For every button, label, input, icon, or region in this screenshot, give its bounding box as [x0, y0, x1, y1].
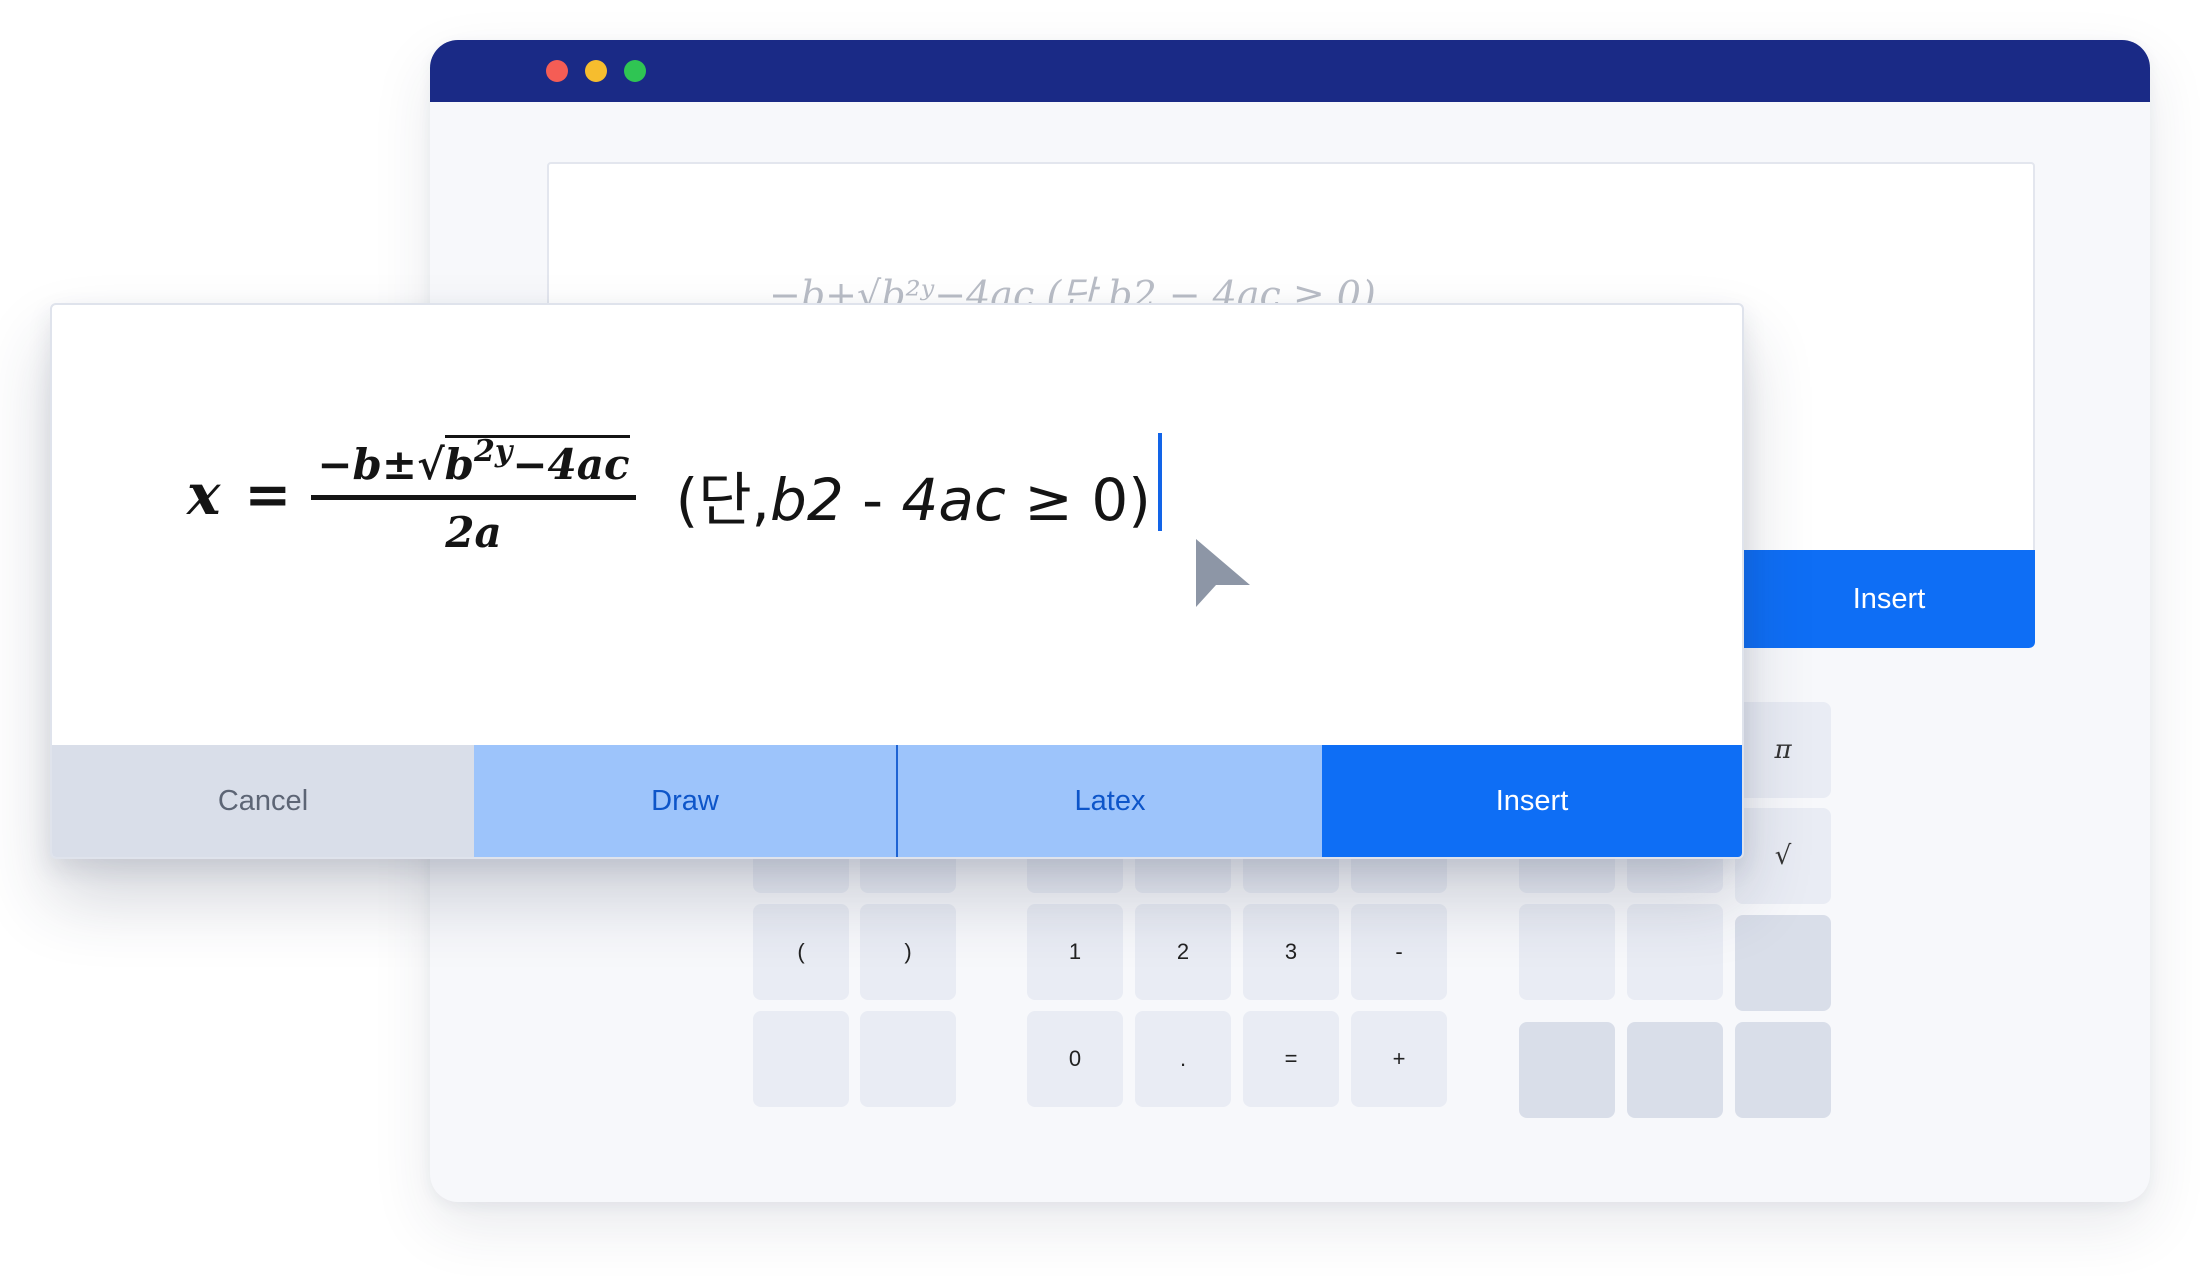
radicand-exponent: 2y: [474, 433, 513, 469]
key-blank[interactable]: [1519, 1022, 1615, 1118]
maximize-window-dot[interactable]: [624, 60, 646, 82]
condition-term: 4ac: [901, 466, 1006, 534]
condition-open: (단,: [675, 466, 770, 534]
radicand-base: b: [444, 439, 475, 489]
close-window-dot[interactable]: [546, 60, 568, 82]
dialog-button-bar: Cancel Draw Latex Insert: [52, 745, 1742, 857]
key-3[interactable]: 3: [1243, 904, 1339, 1000]
mouse-pointer-icon: [1196, 539, 1250, 607]
formula-input-dialog: x = −b±√b2y−4ac 2a (단,b2 - 4ac ≥ 0) Canc…: [50, 303, 1744, 859]
formula-equals: =: [244, 462, 292, 528]
formula-numerator: −b±√b2y−4ac: [311, 433, 636, 500]
latex-button[interactable]: Latex: [898, 745, 1322, 857]
key-minus[interactable]: -: [1351, 904, 1447, 1000]
minimize-window-dot[interactable]: [585, 60, 607, 82]
formula-display[interactable]: x = −b±√b2y−4ac 2a (단,b2 - 4ac ≥ 0): [187, 415, 1151, 575]
key-2[interactable]: 2: [1135, 904, 1231, 1000]
insert-button[interactable]: Insert: [1322, 745, 1742, 857]
numerator-prefix: −b±√: [317, 439, 445, 489]
draw-button[interactable]: Draw: [474, 745, 898, 857]
key-blank[interactable]: [1627, 904, 1723, 1000]
radicand: b2y−4ac: [444, 433, 630, 489]
key-blank[interactable]: [1735, 1022, 1831, 1118]
title-bar: [430, 40, 2150, 102]
key-blank[interactable]: [1627, 1022, 1723, 1118]
text-caret: [1158, 433, 1162, 531]
key-close-paren[interactable]: ): [860, 904, 956, 1000]
key-blank[interactable]: [860, 1011, 956, 1107]
condition-mid: -: [843, 466, 902, 534]
cancel-button[interactable]: Cancel: [52, 745, 474, 857]
formula-condition: (단,b2 - 4ac ≥ 0): [676, 453, 1151, 537]
key-equals[interactable]: =: [1243, 1011, 1339, 1107]
formula-fraction: −b±√b2y−4ac 2a: [311, 433, 636, 557]
key-square-root[interactable]: √: [1735, 808, 1831, 904]
condition-var: b2: [770, 466, 844, 534]
condition-close: ≥ 0): [1005, 466, 1151, 534]
key-blank[interactable]: [1519, 904, 1615, 1000]
key-1[interactable]: 1: [1027, 904, 1123, 1000]
key-blank[interactable]: [1735, 915, 1831, 1011]
formula-denominator: 2a: [445, 507, 502, 557]
key-decimal[interactable]: .: [1135, 1011, 1231, 1107]
stage: −b+√b²ʸ−4ac (단,b2 − 4ac ≥ 0) Insert < > …: [0, 0, 2200, 1276]
background-insert-button[interactable]: Insert: [1743, 550, 2035, 648]
key-blank[interactable]: [753, 1011, 849, 1107]
radicand-rest: −4ac: [512, 439, 630, 489]
key-open-paren[interactable]: (: [753, 904, 849, 1000]
formula-lhs: x: [187, 462, 221, 528]
key-plus[interactable]: +: [1351, 1011, 1447, 1107]
key-pi[interactable]: π: [1735, 702, 1831, 798]
key-0[interactable]: 0: [1027, 1011, 1123, 1107]
